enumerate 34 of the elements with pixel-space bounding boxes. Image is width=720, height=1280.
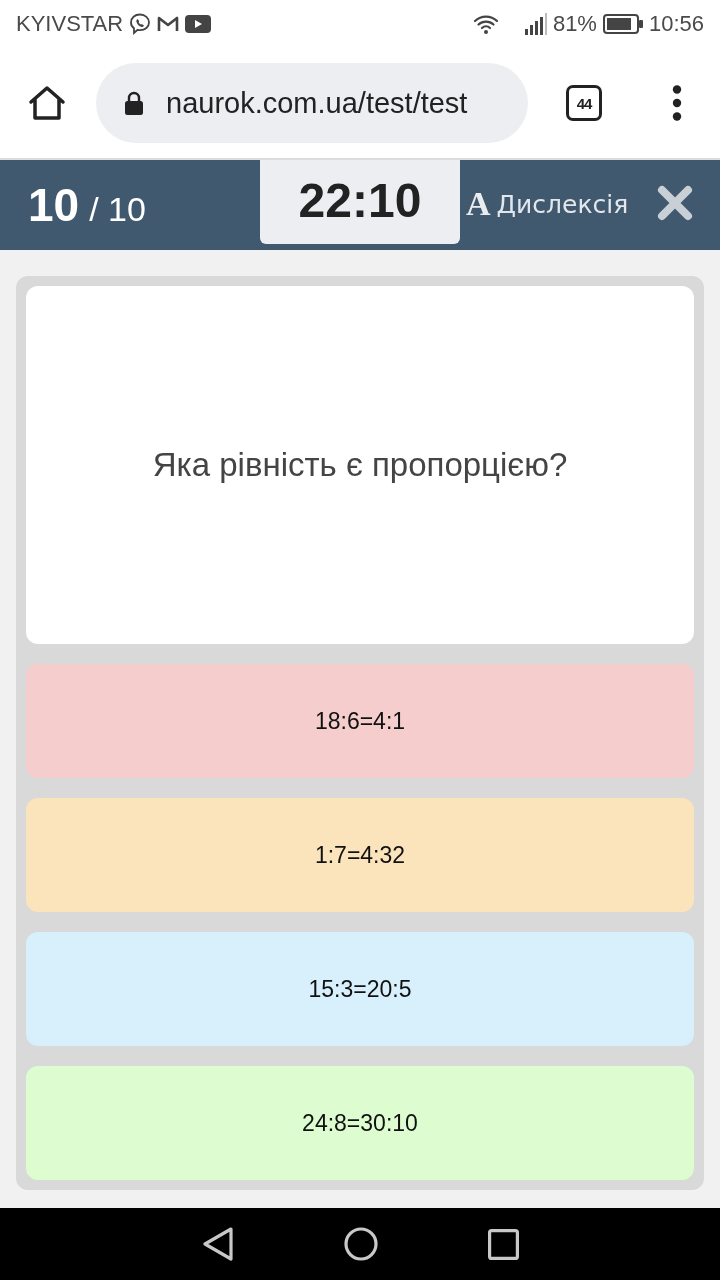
home-nav-button[interactable]: [343, 1227, 378, 1261]
tab-count-button[interactable]: 44: [566, 85, 602, 121]
recents-square-icon: [487, 1228, 519, 1260]
menu-icon: [672, 85, 682, 121]
current-question-number: 10: [28, 178, 80, 232]
timer: 22:10: [260, 160, 460, 244]
battery-icon: [602, 14, 643, 34]
total-questions: / 10: [89, 188, 146, 229]
close-icon: [657, 185, 693, 221]
carrier-name: KYIVSTAR: [16, 11, 124, 37]
video-play-icon: [185, 15, 212, 33]
answer-option[interactable]: 24:8=30:10: [26, 1066, 694, 1180]
home-icon: [28, 85, 66, 121]
close-button[interactable]: [657, 185, 693, 221]
answer-option[interactable]: 18:6=4:1: [26, 664, 694, 778]
back-button[interactable]: [201, 1227, 234, 1261]
phone-bubble-icon: [129, 13, 152, 35]
address-field[interactable]: naurok.com.ua/test/test: [96, 63, 528, 143]
back-icon: [201, 1227, 234, 1261]
clock-time: 10:56: [648, 11, 704, 37]
wifi-icon: [472, 13, 499, 35]
home-circle-icon: [343, 1227, 378, 1261]
answer-option[interactable]: 15:3=20:5: [26, 932, 694, 1046]
question-text: Яка рівність є пропорцією?: [152, 446, 568, 484]
url-text: naurok.com.ua/test/test: [166, 86, 468, 120]
home-button[interactable]: [28, 85, 66, 121]
signal-icon: [524, 13, 547, 35]
mail-icon: [157, 15, 180, 33]
answer-option[interactable]: 1:7=4:32: [26, 798, 694, 912]
lock-icon: [124, 91, 144, 115]
menu-button[interactable]: [672, 85, 682, 121]
recents-button[interactable]: [487, 1228, 519, 1260]
battery-percent: 81%: [552, 11, 597, 37]
dyslexia-button[interactable]: A Дислексія: [462, 160, 633, 248]
